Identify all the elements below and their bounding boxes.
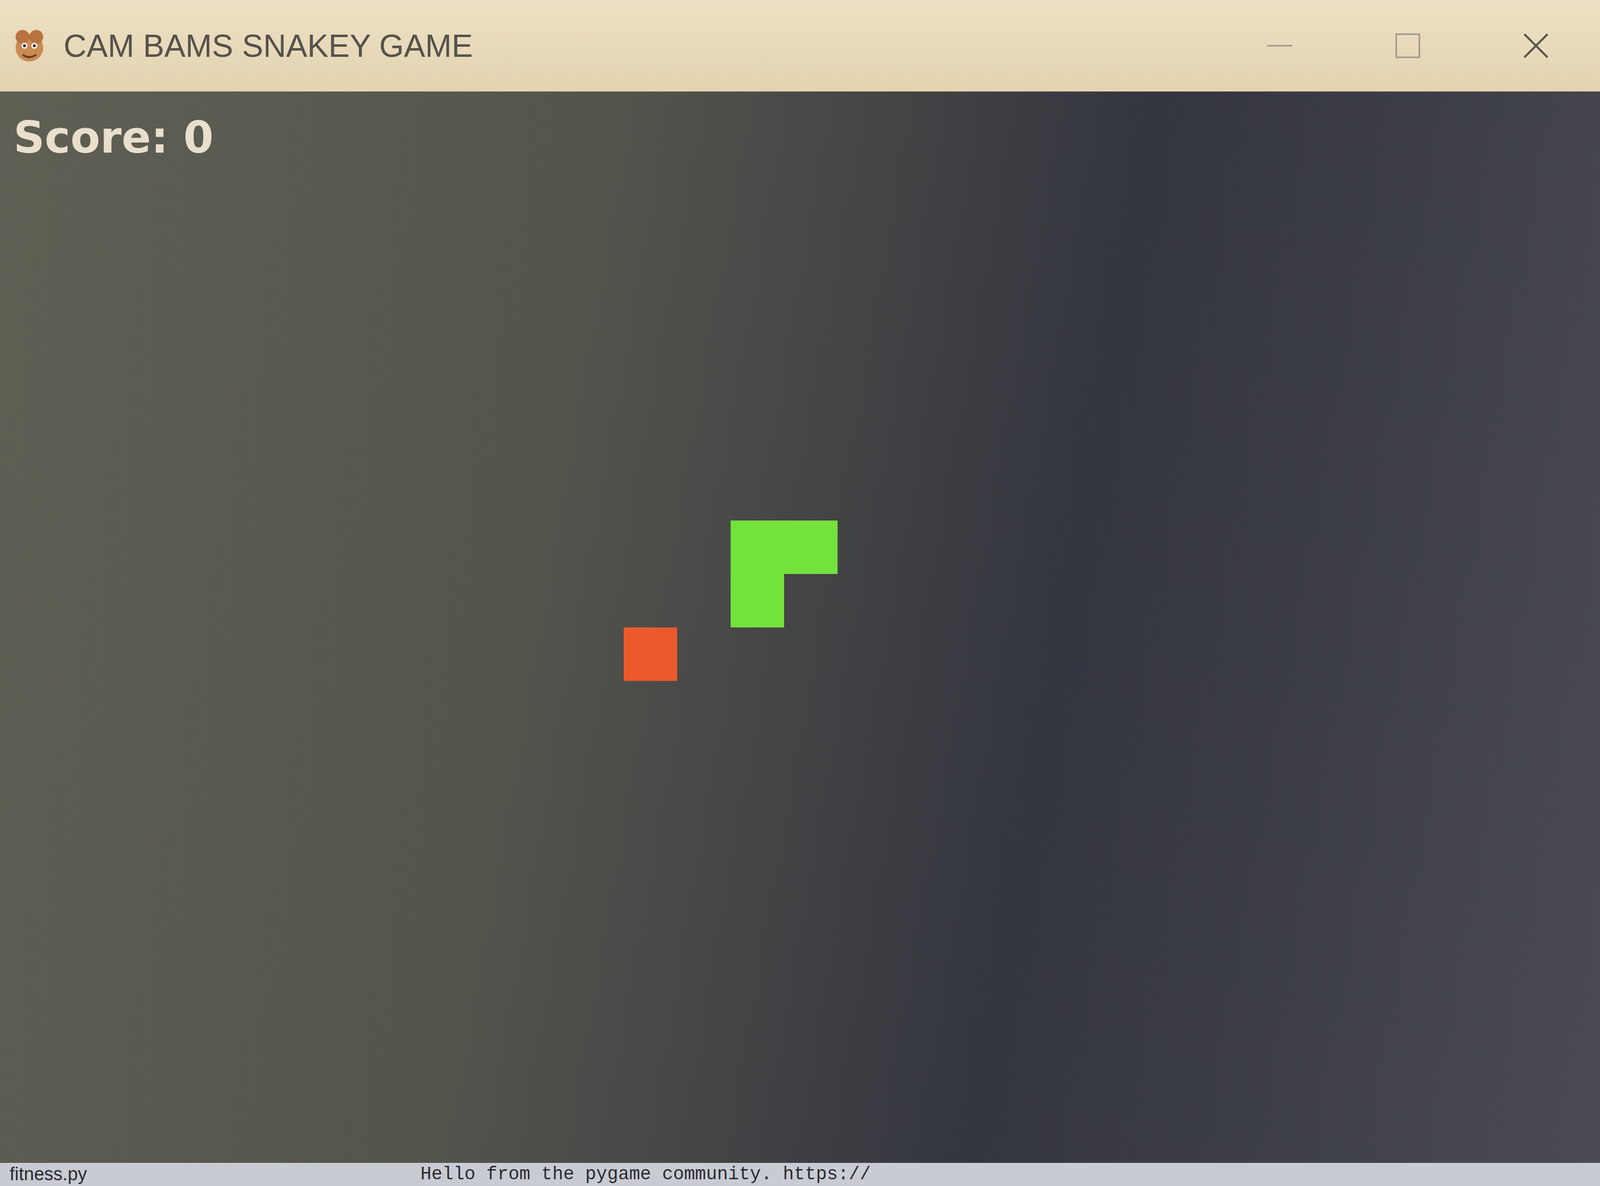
maximize-button[interactable]	[1343, 0, 1472, 92]
score-label: Score: 0	[13, 112, 214, 163]
snake-game-window: CAM BAMS SNAKEY GAME Score: 0 fitness.pyHe…	[0, 0, 1600, 1186]
close-icon	[1521, 31, 1551, 61]
window-title: CAM BAMS SNAKEY GAME	[63, 27, 473, 65]
snake-segment	[784, 520, 838, 575]
taskbar-item: fitness.py	[9, 1163, 421, 1186]
taskbar-item: Hello from the pygame community. https:/…	[420, 1163, 871, 1186]
title-bar[interactable]: CAM BAMS SNAKEY GAME	[0, 0, 1600, 92]
game-canvas[interactable]: Score: 0	[0, 91, 1600, 1164]
taskbar: fitness.pyHello from the pygame communit…	[0, 1163, 1600, 1186]
snake-segment	[730, 520, 785, 575]
food	[623, 627, 678, 682]
minimize-icon	[1265, 31, 1295, 61]
close-button[interactable]	[1471, 0, 1600, 92]
snake-segment	[730, 574, 785, 628]
pygame-snake-icon	[9, 26, 50, 66]
maximize-icon	[1393, 31, 1423, 61]
minimize-button[interactable]	[1215, 0, 1344, 92]
